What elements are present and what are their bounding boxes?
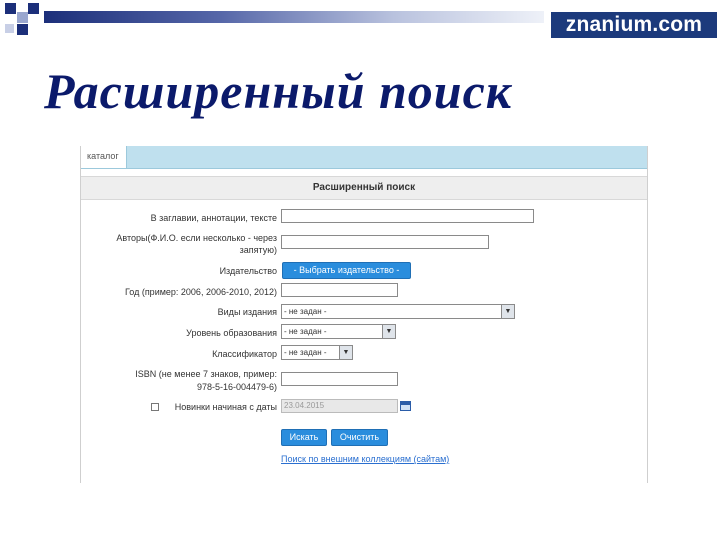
logo: znanium.com [551, 12, 717, 38]
deco-square [28, 3, 39, 14]
label-isbn-line2: 978-5-16-004479-6) [196, 382, 277, 392]
deco-square [5, 3, 16, 14]
edition-types-select[interactable]: - не задан - ▼ [281, 304, 515, 319]
education-level-value: - не задан - [284, 327, 327, 336]
label-new-from: Новинки начиная с даты [174, 402, 277, 412]
label-publisher: Издательство [219, 266, 277, 276]
panel-title: Расширенный поиск [81, 176, 647, 200]
label-title-words: В заглавии, аннотации, тексте [150, 213, 277, 223]
label-classifier: Классификатор [212, 349, 277, 359]
header-gradient-bar [44, 11, 544, 23]
new-from-checkbox[interactable] [151, 403, 159, 411]
deco-square [17, 24, 28, 35]
search-form-screenshot: каталог Расширенный поиск В заглавии, ан… [80, 146, 648, 483]
slide-title: Расширенный поиск [44, 63, 513, 119]
label-edition-types: Виды издания [217, 307, 277, 317]
authors-input[interactable] [281, 235, 489, 249]
chevron-down-icon: ▼ [382, 325, 395, 338]
classifier-select[interactable]: - не задан - ▼ [281, 345, 353, 360]
clear-button[interactable]: Очистить [331, 429, 388, 446]
chevron-down-icon: ▼ [339, 346, 352, 359]
year-input[interactable] [281, 283, 398, 297]
tab-bar: каталог [81, 146, 647, 169]
classifier-value: - не задан - [284, 348, 327, 357]
label-year: Год (пример: 2006, 2006-2010, 2012) [124, 287, 277, 297]
tab-catalog[interactable]: каталог [81, 146, 127, 168]
label-education-level: Уровень образования [186, 328, 277, 338]
education-level-select[interactable]: - не задан - ▼ [281, 324, 396, 339]
edition-types-value: - не задан - [284, 307, 327, 316]
search-button[interactable]: Искать [281, 429, 327, 446]
label-isbn-line1: ISBN (не менее 7 знаков, пример: [135, 369, 277, 379]
label-authors-line1: Авторы(Ф.И.О. если несколько - через [116, 233, 277, 243]
choose-publisher-button[interactable]: - Выбрать издательство - [282, 262, 411, 279]
isbn-input[interactable] [281, 372, 398, 386]
label-authors-line2: запятую) [239, 245, 277, 255]
chevron-down-icon: ▼ [501, 305, 514, 318]
deco-square [5, 24, 14, 33]
date-input[interactable]: 23.04.2015 [281, 399, 398, 413]
external-collections-link[interactable]: Поиск по внешним коллекциям (сайтам) [281, 454, 449, 464]
title-words-input[interactable] [281, 209, 534, 223]
deco-square [17, 12, 28, 23]
calendar-icon[interactable] [400, 401, 411, 411]
